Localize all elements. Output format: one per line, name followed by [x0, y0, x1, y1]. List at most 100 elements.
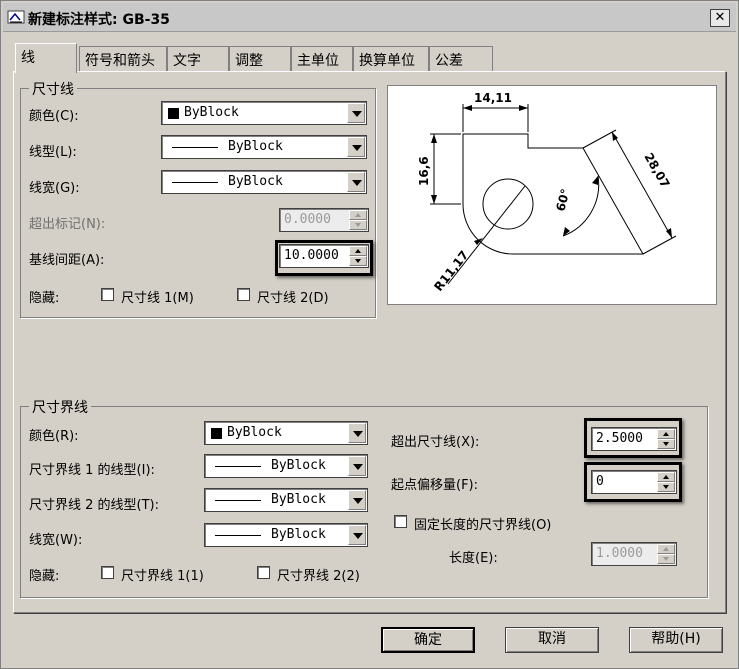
- color-swatch: [211, 428, 222, 439]
- combo-value: ByBlock: [271, 458, 326, 473]
- color-swatch: [168, 108, 179, 119]
- suppress-extline2-label: 尺寸界线 2(2): [277, 569, 360, 584]
- lines-tab-panel: 尺寸线 颜色(C): ByBlock 线型(L): ByBlock 线宽(G):…: [13, 71, 726, 613]
- lineweight-label: 线宽(G):: [29, 181, 80, 196]
- preview-label: 60°: [553, 187, 572, 213]
- ok-button[interactable]: 确定: [381, 627, 475, 653]
- spinner-value: 1.0000: [596, 546, 643, 561]
- style-preview: 14,11 16,6 28,07 60° R11,17: [387, 85, 717, 305]
- tab-fit[interactable]: 调整: [229, 46, 291, 72]
- suppress-dimline2-label: 尺寸线 2(D): [257, 291, 329, 306]
- chevron-down-icon[interactable]: [348, 456, 366, 476]
- fixed-length-checkbox[interactable]: [394, 515, 407, 528]
- line-sample: [172, 182, 218, 183]
- cancel-button[interactable]: 取消: [505, 627, 599, 653]
- lineweight-dropdown[interactable]: ByBlock: [161, 170, 367, 194]
- ext-suppress-label: 隐藏:: [29, 569, 60, 584]
- close-button[interactable]: ✕: [710, 9, 730, 27]
- chevron-down-icon[interactable]: [347, 103, 365, 123]
- suppress-dimline1-checkbox[interactable]: [101, 288, 114, 301]
- combo-value: ByBlock: [271, 527, 326, 542]
- combo-value: ByBlock: [271, 492, 326, 507]
- new-dimension-style-dialog: 新建标注样式: GB-35 ✕ 线 符号和箭头 文字 调整 主单位 换算单位 公…: [0, 0, 739, 669]
- help-button-label: 帮助(H): [651, 631, 701, 647]
- tab-primary-units[interactable]: 主单位: [291, 46, 353, 72]
- fixed-length-label: 固定长度的尺寸界线(O): [414, 518, 552, 533]
- line-sample: [215, 466, 261, 467]
- preview-label: 14,11: [474, 91, 512, 105]
- extend-ticks-spinner[interactable]: 0.0000: [279, 208, 369, 232]
- preview-label: 16,6: [417, 156, 431, 186]
- ext-color-label: 颜色(R):: [29, 429, 79, 444]
- extension-lines-group: 尺寸界线 颜色(R): ByBlock 尺寸界线 1 的线型(I): ByBlo…: [20, 397, 708, 598]
- spin-down-icon[interactable]: [657, 554, 675, 564]
- group-legend: 尺寸线: [29, 79, 77, 99]
- ext-linetype2-label: 尺寸界线 2 的线型(T):: [29, 498, 160, 513]
- tab-label: 公差: [435, 53, 463, 69]
- length-spinner[interactable]: 1.0000: [591, 542, 677, 566]
- highlight-box: [584, 418, 682, 458]
- tab-symbols-arrows[interactable]: 符号和箭头: [79, 46, 167, 72]
- tab-label: 文字: [173, 53, 201, 69]
- color-dropdown[interactable]: ByBlock: [161, 101, 367, 125]
- highlight-box: [275, 240, 373, 276]
- ext-lineweight-dropdown[interactable]: ByBlock: [204, 523, 368, 547]
- ext-color-dropdown[interactable]: ByBlock: [204, 421, 368, 445]
- chevron-down-icon[interactable]: [347, 172, 365, 192]
- line-sample: [172, 147, 218, 148]
- cancel-button-label: 取消: [538, 631, 566, 647]
- tab-alternate-units[interactable]: 换算单位: [353, 46, 429, 72]
- suppress-dimline1-label: 尺寸线 1(M): [121, 291, 194, 306]
- baseline-spacing-label: 基线间距(A):: [29, 253, 105, 268]
- tab-lines[interactable]: 线: [15, 43, 77, 73]
- combo-value: ByBlock: [184, 105, 239, 120]
- combo-value: ByBlock: [228, 139, 283, 154]
- dialog-title: 新建标注样式: GB-35: [28, 12, 170, 28]
- ext-linetype1-dropdown[interactable]: ByBlock: [204, 454, 368, 478]
- extend-ticks-label: 超出标记(N):: [29, 217, 106, 232]
- group-legend: 尺寸界线: [29, 397, 91, 417]
- dimension-lines-group: 尺寸线 颜色(C): ByBlock 线型(L): ByBlock 线宽(G):…: [20, 79, 376, 318]
- suppress-extline1-checkbox[interactable]: [101, 566, 114, 579]
- suppress-label: 隐藏:: [29, 291, 60, 306]
- spin-up-icon[interactable]: [349, 210, 367, 220]
- tab-label: 主单位: [297, 53, 339, 69]
- preview-label: 28,07: [641, 151, 672, 191]
- tab-tolerances[interactable]: 公差: [429, 46, 493, 72]
- line-sample: [215, 500, 261, 501]
- tab-label: 换算单位: [359, 53, 415, 69]
- preview-label: R11,17: [431, 248, 471, 294]
- title-bar[interactable]: 新建标注样式: GB-35 ✕: [3, 3, 736, 32]
- preview-drawing: 14,11 16,6 28,07 60° R11,17: [417, 91, 677, 294]
- ok-button-label: 确定: [414, 632, 442, 648]
- length-label: 长度(E):: [449, 551, 498, 566]
- ext-linetype2-dropdown[interactable]: ByBlock: [204, 488, 368, 512]
- suppress-extline1-label: 尺寸界线 1(1): [121, 569, 204, 584]
- suppress-extline2-checkbox[interactable]: [257, 566, 270, 579]
- chevron-down-icon[interactable]: [348, 423, 366, 443]
- color-label: 颜色(C):: [29, 109, 79, 124]
- spin-up-icon[interactable]: [657, 544, 675, 554]
- line-sample: [215, 535, 261, 536]
- chevron-down-icon[interactable]: [348, 525, 366, 545]
- tab-label: 调整: [235, 53, 263, 69]
- help-button[interactable]: 帮助(H): [629, 627, 723, 653]
- linetype-dropdown[interactable]: ByBlock: [161, 135, 367, 159]
- ext-lineweight-label: 线宽(W):: [29, 533, 83, 548]
- chevron-down-icon[interactable]: [347, 137, 365, 157]
- highlight-box: [584, 462, 682, 502]
- suppress-dimline2-checkbox[interactable]: [237, 288, 250, 301]
- combo-value: ByBlock: [227, 425, 282, 440]
- offset-label: 起点偏移量(F):: [391, 478, 479, 493]
- tab-label: 符号和箭头: [85, 53, 155, 69]
- chevron-down-icon[interactable]: [348, 490, 366, 510]
- combo-value: ByBlock: [228, 174, 283, 189]
- ext-linetype1-label: 尺寸界线 1 的线型(I):: [29, 463, 155, 478]
- spinner-value: 0.0000: [284, 212, 331, 227]
- extend-beyond-label: 超出尺寸线(X):: [391, 435, 480, 450]
- tab-label: 线: [21, 50, 35, 66]
- dimension-style-icon: [7, 10, 25, 24]
- spin-down-icon[interactable]: [349, 220, 367, 230]
- tab-text[interactable]: 文字: [167, 46, 229, 72]
- close-icon: ✕: [714, 10, 726, 25]
